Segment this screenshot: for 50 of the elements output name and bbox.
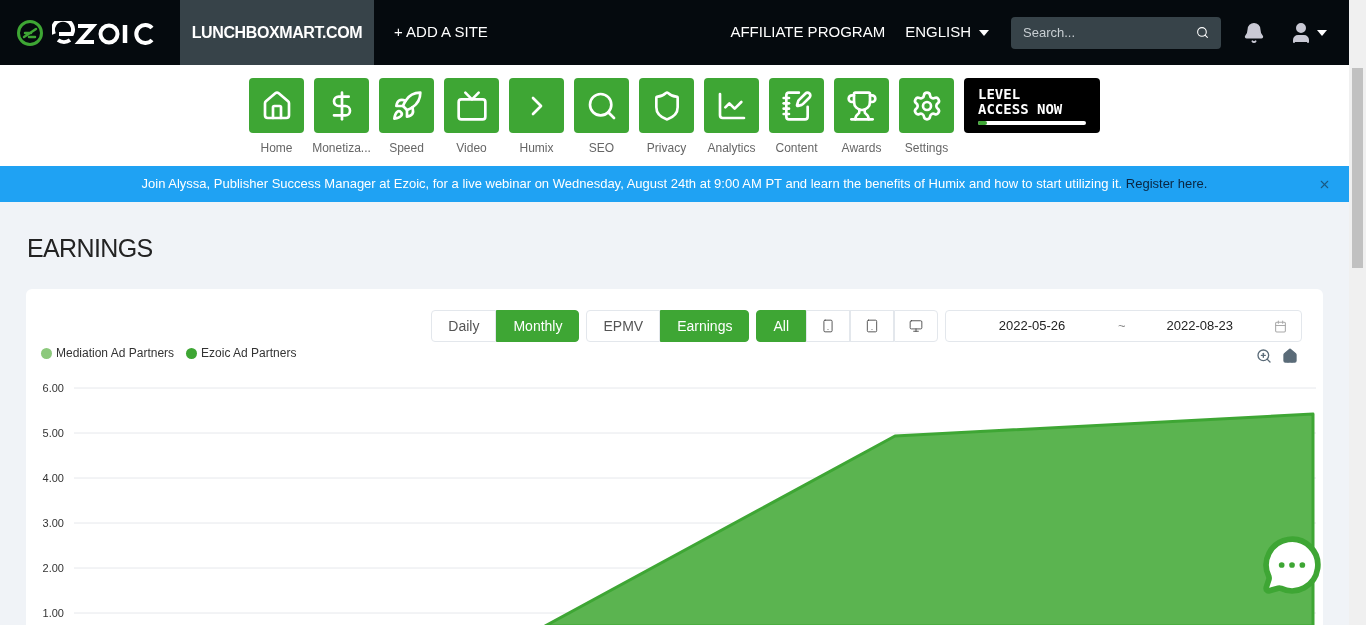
search-input[interactable]: Search... [1023,22,1196,43]
language-dropdown[interactable]: ENGLISH [905,21,989,44]
toggle-button[interactable]: Monthly [496,310,580,342]
axis-tick-label: 2.00 [42,562,64,574]
axis-tick-label: 4.00 [42,472,64,484]
axis-tick-label: 5.00 [42,427,64,439]
legend-label: Ezoic Ad Partners [201,345,297,362]
axis-tick-label: 3.00 [42,517,64,529]
home-icon[interactable] [1282,348,1298,364]
affiliate-link[interactable]: AFFILIATE PROGRAM [730,21,886,44]
caret-icon [979,29,989,36]
trophy-icon [845,89,878,122]
chat-bubble-icon[interactable] [1261,534,1323,596]
rocket-icon [390,89,423,122]
device-toggle[interactable] [894,310,938,342]
monitor-icon [909,319,923,333]
legend-label: Mediation Ad Partners [56,345,175,362]
date-start: 2022-05-26 [997,317,1067,336]
caret-icon [1317,29,1327,36]
date-end: 2022-08-23 [1165,317,1235,336]
page-title: EARNINGS [27,236,153,261]
tablet-icon [865,319,879,333]
logo-mark-icon [16,18,44,47]
toggle-button[interactable]: Earnings [660,310,750,342]
logo-wordmark-icon [52,20,156,45]
level-access-badge[interactable]: LEVEL ACCESS NOW [964,78,1100,133]
search-field[interactable]: Search... [1011,16,1221,49]
date-range-field[interactable]: 2022-05-26 ~ 2022-08-23 [945,310,1302,342]
badge-text: LEVEL [978,86,1022,102]
register-link[interactable]: Register here. [1125,176,1208,192]
site-tab[interactable]: LUNCHBOXMART.COM [180,0,374,65]
zoom-in-icon[interactable] [1256,348,1272,364]
search-icon [1196,26,1209,39]
bell-icon[interactable] [1243,21,1265,44]
tv-icon [455,89,488,122]
badge-text: ACCESS NOW [978,101,1064,117]
calendar-icon [1274,319,1287,333]
add-site-link[interactable]: + ADD A SITE [394,21,488,44]
device-toggle[interactable] [850,310,894,342]
toggle-button[interactable]: Daily [431,310,497,342]
axis-tick-label: 6.00 [42,382,64,394]
banner-text: Join Alyssa, Publisher Success Manager at Ezoic, for a live webinar on Wednesday, August 24th at 9:00 AM PT and learn the benefits of Humix and how to start utilizing it. Register here. [141,175,1208,194]
document-icon [780,89,813,122]
toggle-button[interactable]: EPMV [586,310,661,342]
device-toggle[interactable]: All [756,310,806,342]
phone-icon [821,319,835,333]
date-separator: ~ [1118,317,1126,336]
device-toggle[interactable] [806,310,850,342]
close-icon[interactable] [1318,178,1331,191]
axis-tick-label: 1.00 [42,607,64,619]
